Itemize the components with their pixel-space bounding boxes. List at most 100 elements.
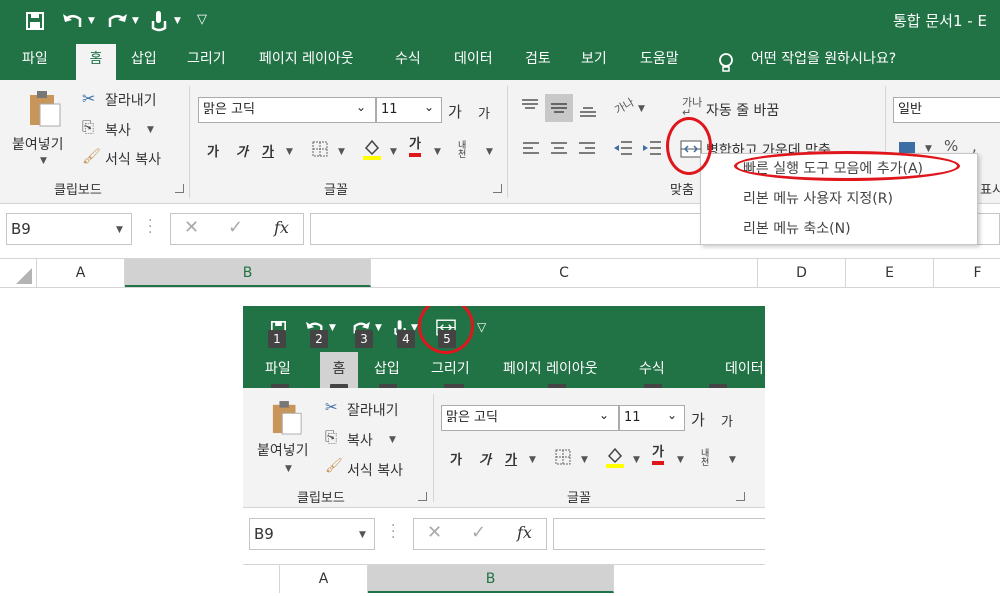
paste-label[interactable]: 붙여넣기 [12, 134, 64, 154]
tab-formulas[interactable]: 수식 [384, 44, 432, 78]
copy-dropdown-icon[interactable]: ▼ [389, 435, 396, 445]
phonetic-guide-icon[interactable]: 내천 [458, 142, 472, 160]
cancel-icon[interactable]: ✕ [427, 522, 442, 543]
underline-dropdown-icon[interactable]: ▼ [286, 147, 293, 157]
copy-dropdown-icon[interactable]: ▼ [147, 125, 154, 135]
formula-bar-grip-icon[interactable]: · · · [391, 519, 395, 545]
format-painter-label[interactable]: 서식 복사 [105, 149, 161, 169]
align-left-icon[interactable] [522, 141, 540, 155]
align-right-icon[interactable] [578, 141, 596, 155]
tab-draw[interactable]: 그리기 [420, 354, 481, 388]
tab-home[interactable]: 홈 [76, 44, 116, 80]
fill-color-dropdown-icon[interactable]: ▼ [633, 455, 640, 465]
italic-button[interactable]: 가 [479, 449, 491, 468]
redo-dropdown-icon[interactable]: ▼ [132, 16, 139, 26]
insert-function-icon[interactable]: fx [274, 218, 289, 237]
fill-color-dropdown-icon[interactable]: ▼ [390, 147, 397, 157]
save-icon[interactable] [26, 12, 44, 30]
paste-dropdown-icon[interactable]: ▼ [40, 156, 47, 166]
insert-function-icon[interactable]: fx [517, 523, 532, 542]
font-launcher-icon[interactable] [736, 492, 745, 501]
tab-help[interactable]: 도움말 [629, 44, 690, 78]
phonetic-guide-icon[interactable]: 내천 [701, 450, 715, 468]
tab-formulas[interactable]: 수식 [628, 354, 676, 388]
tab-home[interactable]: 홈 [320, 352, 358, 388]
undo-dropdown-icon[interactable]: ▼ [88, 16, 95, 26]
cut-label[interactable]: 잘라내기 [105, 90, 157, 110]
paste-label[interactable]: 붙여넣기 [257, 440, 309, 460]
font-launcher-icon[interactable] [493, 184, 502, 193]
clipboard-launcher-icon[interactable] [175, 184, 184, 193]
border-icon[interactable] [555, 449, 571, 465]
tab-insert[interactable]: 삽입 [363, 354, 411, 388]
font-color-button[interactable]: 가 [652, 445, 664, 465]
column-header-d[interactable]: D [758, 259, 846, 287]
redo-icon[interactable] [106, 11, 128, 31]
tab-view[interactable]: 보기 [570, 44, 618, 78]
format-painter-icon[interactable]: 🖌 [325, 458, 343, 474]
cut-label[interactable]: 잘라내기 [347, 400, 399, 420]
border-dropdown-icon[interactable]: ▼ [338, 147, 345, 157]
fill-color-icon[interactable] [605, 446, 625, 468]
tab-file[interactable]: 파일 [11, 44, 59, 78]
font-name-box[interactable]: 맑은 고딕 [198, 97, 376, 123]
italic-button[interactable]: 가 [236, 141, 248, 160]
formula-input[interactable] [553, 518, 765, 550]
font-name-box[interactable]: 맑은 고딕 [441, 405, 619, 431]
name-box-dropdown-icon[interactable]: ▼ [359, 530, 366, 540]
font-color-dropdown-icon[interactable]: ▼ [677, 455, 684, 465]
tab-file[interactable]: 파일 [254, 354, 302, 388]
align-top-icon[interactable] [520, 98, 540, 114]
bold-button[interactable]: 가 [450, 449, 462, 468]
customize-qat-icon[interactable]: ▽ [197, 12, 207, 27]
name-box-dropdown-icon[interactable]: ▼ [116, 225, 123, 235]
copy-label[interactable]: 복사 [347, 430, 373, 450]
underline-button[interactable]: 가 [262, 141, 274, 160]
customize-qat-icon[interactable]: ▽ [477, 320, 486, 334]
touch-mode-icon[interactable] [150, 10, 168, 32]
phonetic-dropdown-icon[interactable]: ▼ [486, 147, 493, 157]
enter-icon[interactable]: ✓ [228, 217, 243, 238]
tab-data[interactable]: 데이터 [443, 44, 504, 78]
tab-insert[interactable]: 삽입 [120, 44, 168, 78]
decrease-font-icon[interactable]: 가 [478, 103, 490, 122]
decrease-font-icon[interactable]: 가 [721, 411, 733, 430]
format-painter-icon[interactable]: 🖌 [82, 147, 101, 165]
font-size-dropdown-icon[interactable]: ⌄ [424, 100, 434, 114]
tell-me-search[interactable]: 어떤 작업을 원하시나요? [740, 44, 907, 78]
fill-color-icon[interactable] [362, 138, 382, 160]
name-box[interactable]: B9 [6, 213, 132, 245]
name-box[interactable]: B9 [249, 518, 375, 550]
paste-icon[interactable] [271, 400, 303, 436]
align-center-icon[interactable] [550, 141, 568, 155]
font-name-dropdown-icon[interactable]: ⌄ [599, 408, 609, 422]
border-dropdown-icon[interactable]: ▼ [581, 455, 588, 465]
copy-icon[interactable]: ⎘ [82, 118, 94, 136]
formula-bar-grip-icon[interactable]: · · · [148, 214, 152, 240]
border-icon[interactable] [312, 141, 328, 157]
cancel-icon[interactable]: ✕ [184, 217, 199, 238]
touch-dropdown-icon[interactable]: ▼ [174, 16, 181, 26]
enter-icon[interactable]: ✓ [471, 522, 486, 543]
orientation-dropdown-icon[interactable]: ▼ [638, 104, 645, 114]
wrap-text-label[interactable]: 자동 줄 바꿈 [706, 100, 779, 120]
underline-button[interactable]: 가 [505, 449, 517, 468]
decrease-indent-icon[interactable] [613, 140, 633, 156]
cut-icon[interactable]: ✂ [325, 398, 338, 416]
copy-icon[interactable]: ⎘ [325, 428, 337, 446]
column-header-f[interactable]: F [934, 259, 1000, 287]
align-bottom-icon[interactable] [578, 102, 598, 118]
column-header-b[interactable]: B [368, 565, 614, 593]
column-header-e[interactable]: E [846, 259, 934, 287]
underline-dropdown-icon[interactable]: ▼ [529, 455, 536, 465]
increase-indent-icon[interactable] [642, 140, 662, 156]
cut-icon[interactable]: ✂ [82, 89, 95, 108]
orientation-icon[interactable]: 가나 [611, 94, 637, 118]
column-header-c[interactable]: C [371, 259, 758, 287]
tab-page-layout[interactable]: 페이지 레이아웃 [492, 354, 609, 388]
paste-icon[interactable] [28, 90, 62, 128]
undo-icon[interactable] [62, 11, 84, 31]
tab-draw[interactable]: 그리기 [176, 44, 237, 78]
increase-font-icon[interactable]: 가 [448, 101, 462, 122]
redo-dropdown-icon[interactable]: ▼ [375, 323, 382, 333]
